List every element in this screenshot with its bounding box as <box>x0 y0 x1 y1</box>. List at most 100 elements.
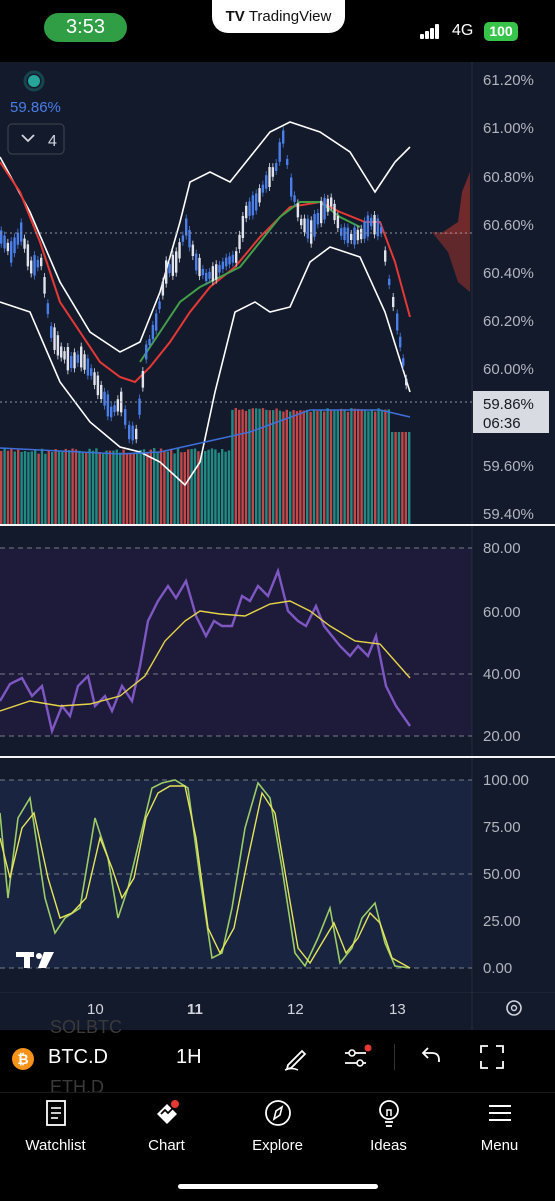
volume-bar <box>312 410 316 524</box>
volume-bar <box>40 448 44 524</box>
candle-body <box>168 264 171 274</box>
volume-bar <box>57 450 61 524</box>
candle-body <box>316 212 320 225</box>
candle-body <box>56 335 60 356</box>
candle-body <box>296 203 300 218</box>
volume-bar <box>183 452 186 524</box>
candle-body <box>138 398 141 415</box>
rsi-tick: 40.00 <box>483 666 521 683</box>
volume-bar <box>78 450 81 524</box>
menu-icon <box>488 1105 511 1121</box>
candle-body <box>350 233 353 241</box>
volume-bar <box>166 451 169 524</box>
candle-body <box>205 272 208 282</box>
watchlist-icon <box>45 1100 66 1126</box>
volume-bar <box>238 409 241 524</box>
candle-body <box>53 327 56 350</box>
nav-explore[interactable]: Explore <box>222 1098 333 1154</box>
app-banner[interactable]: TV TradingView <box>212 0 345 33</box>
rsi-tick: 20.00 <box>483 728 521 745</box>
candle-body <box>366 215 370 237</box>
candle-body <box>20 222 23 242</box>
candle-body <box>336 215 340 229</box>
bulb-icon <box>378 1100 399 1127</box>
volume-bar <box>44 453 47 524</box>
candle-body <box>275 163 278 171</box>
nav-menu[interactable]: Menu <box>444 1098 555 1154</box>
volume-bar <box>397 432 401 524</box>
volume-bar <box>268 410 271 524</box>
candle-body <box>261 184 265 193</box>
nav-chart[interactable]: Chart <box>111 1098 222 1154</box>
time-label: 13 <box>389 1001 406 1018</box>
volume-bar <box>292 410 295 524</box>
volume-bar <box>81 451 84 524</box>
volume-bar <box>20 451 23 524</box>
candle-body <box>333 203 336 221</box>
symbol-button[interactable]: BTC.D <box>48 1046 108 1069</box>
candle-body <box>248 201 251 216</box>
candle-body <box>116 399 120 412</box>
candle-body <box>306 218 310 239</box>
candle-body <box>373 214 376 235</box>
bitcoin-icon: ₿ <box>12 1048 34 1070</box>
volume-bar <box>115 449 118 524</box>
candle-body <box>30 260 33 274</box>
volume-bar <box>34 449 37 524</box>
candle-body <box>251 195 255 216</box>
volume-bar <box>170 448 173 524</box>
stoch-pane[interactable]: 100.00 75.00 50.00 25.00 0.00 <box>0 758 555 992</box>
app-name: TradingView <box>248 8 332 25</box>
volume-bar <box>227 450 231 524</box>
price-chart[interactable]: 59.86% 4 61.20% 61.00% 60.80% 60.60% 60.40% 6… <box>0 62 555 524</box>
price-tick: 59.60% <box>483 458 534 475</box>
candle-body <box>255 193 258 211</box>
volume-bar <box>187 449 190 524</box>
candle-body <box>113 405 116 413</box>
candle-body <box>376 218 380 237</box>
volume-bar <box>176 448 180 524</box>
volume-bar <box>391 432 394 524</box>
indicators-icon[interactable] <box>342 1043 374 1071</box>
volume-bar <box>204 451 207 524</box>
candle-body <box>330 197 333 207</box>
nav-watchlist[interactable]: Watchlist <box>0 1098 111 1154</box>
candle-body <box>293 195 296 202</box>
fullscreen-icon[interactable] <box>478 1043 506 1071</box>
candle-body <box>290 177 293 197</box>
volume-bar <box>51 452 54 524</box>
candle-body <box>76 354 80 363</box>
volume-bar <box>367 411 370 524</box>
volume-bar <box>3 448 6 524</box>
timeframe-button[interactable]: 1H <box>176 1046 202 1069</box>
volume-bar <box>377 408 380 524</box>
volume-bar <box>333 410 336 524</box>
volume-bar <box>193 448 197 524</box>
candle-body <box>26 244 30 267</box>
volume-bar <box>47 450 50 524</box>
candle-body <box>23 238 26 249</box>
candle-body <box>100 384 103 400</box>
volume-bar <box>387 409 390 524</box>
drawing-tools-icon[interactable] <box>282 1043 310 1071</box>
volume-bar <box>282 411 285 524</box>
current-price: 59.86% <box>483 396 534 413</box>
stoch-tick: 75.00 <box>483 819 521 836</box>
nav-ideas[interactable]: Ideas <box>333 1098 444 1154</box>
volume-bar <box>108 450 112 524</box>
undo-icon[interactable] <box>418 1045 444 1069</box>
volume-bar <box>23 451 27 524</box>
candle-body <box>399 336 402 348</box>
volume-bar <box>380 409 384 524</box>
rsi-pane[interactable]: 80.00 60.00 40.00 20.00 <box>0 526 555 756</box>
clock-pill[interactable]: 3:53 <box>44 13 127 42</box>
volume-bar <box>129 453 132 524</box>
candle-body <box>245 205 248 219</box>
volume-bar <box>105 450 108 524</box>
candle-body <box>303 218 306 233</box>
volume-bar <box>214 449 217 524</box>
volume-bar <box>10 448 13 524</box>
home-indicator[interactable] <box>178 1184 378 1189</box>
volume-bar <box>64 448 67 524</box>
price-tick: 60.40% <box>483 265 534 282</box>
